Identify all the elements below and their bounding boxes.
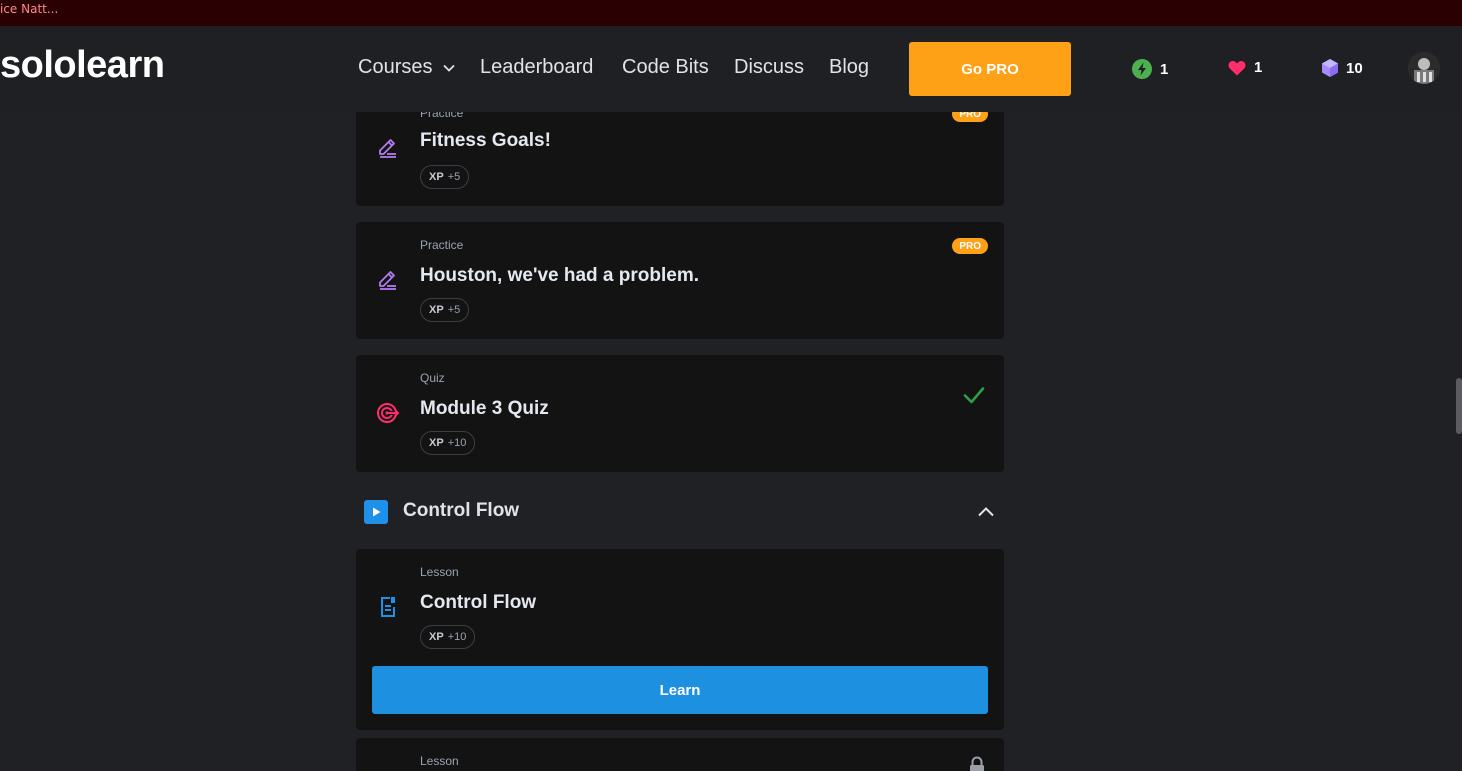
card-type: Practice bbox=[420, 238, 464, 252]
nav-discuss[interactable]: Discuss bbox=[734, 56, 804, 79]
gems-count: 10 bbox=[1346, 59, 1363, 77]
xp-badge: XP +5 bbox=[420, 165, 470, 189]
module-section-header[interactable]: Control Flow bbox=[356, 498, 1004, 524]
heart-icon bbox=[1228, 60, 1246, 75]
streak-counter[interactable]: 1 bbox=[1132, 59, 1168, 79]
browser-tab-strip: ice Natt... bbox=[0, 0, 1462, 26]
target-icon bbox=[377, 403, 400, 423]
user-avatar[interactable] bbox=[1408, 52, 1440, 84]
xp-value: +5 bbox=[447, 171, 461, 183]
streak-count: 1 bbox=[1160, 60, 1169, 78]
nav-courses-label: Courses bbox=[358, 56, 433, 78]
nav-courses[interactable]: Courses bbox=[358, 56, 456, 79]
lesson-card[interactable]: Lesson Control Flow XP +10 Learn bbox=[356, 549, 1004, 730]
gems-counter[interactable]: 10 bbox=[1322, 59, 1363, 77]
xp-value: +10 bbox=[447, 437, 467, 449]
hearts-count: 1 bbox=[1254, 59, 1263, 76]
xp-label: XP bbox=[429, 437, 444, 449]
pro-badge: PRO bbox=[952, 112, 988, 122]
sololearn-logo[interactable]: sololearn bbox=[0, 44, 165, 87]
card-type: Lesson bbox=[420, 754, 459, 768]
xp-badge: XP +10 bbox=[420, 431, 476, 455]
card-type: Practice bbox=[420, 112, 464, 120]
practice-card[interactable]: Practice PRO Fitness Goals! XP +5 bbox=[356, 112, 1004, 206]
nav-leaderboard[interactable]: Leaderboard bbox=[480, 56, 593, 79]
card-type: Quiz bbox=[420, 371, 445, 385]
xp-badge: XP +5 bbox=[420, 298, 470, 322]
lock-icon bbox=[970, 756, 984, 771]
card-title: Control Flow bbox=[420, 592, 537, 613]
learn-button[interactable]: Learn bbox=[372, 666, 988, 714]
pencil-icon bbox=[379, 139, 396, 158]
practice-card[interactable]: Practice PRO Houston, we've had a proble… bbox=[356, 222, 1004, 339]
go-pro-button[interactable]: Go PRO bbox=[909, 42, 1071, 96]
chevron-up-icon[interactable] bbox=[976, 502, 996, 522]
card-title: Module 3 Quiz bbox=[420, 398, 549, 419]
lesson-doc-icon bbox=[381, 597, 395, 617]
xp-value: +5 bbox=[447, 304, 461, 316]
xp-badge: XP +10 bbox=[420, 625, 476, 649]
card-title: Fitness Goals! bbox=[420, 130, 551, 151]
hearts-counter[interactable]: 1 bbox=[1228, 59, 1262, 76]
pro-badge: PRO bbox=[952, 238, 988, 254]
tab-title-fragment: ice Natt... bbox=[0, 2, 59, 16]
xp-value: +10 bbox=[447, 631, 467, 643]
play-icon bbox=[364, 500, 388, 524]
quiz-card[interactable]: Quiz Module 3 Quiz XP +10 bbox=[356, 355, 1004, 472]
pencil-icon bbox=[379, 271, 396, 290]
top-navbar: sololearn Courses Leaderboard Code Bits … bbox=[0, 26, 1462, 112]
card-title: Houston, we've had a problem. bbox=[420, 265, 700, 286]
xp-label: XP bbox=[429, 631, 444, 643]
nav-code-bits[interactable]: Code Bits bbox=[622, 56, 709, 79]
locked-lesson-card[interactable]: Lesson bbox=[356, 738, 1004, 771]
module-content: Practice PRO Fitness Goals! XP +5 Practi… bbox=[0, 112, 1462, 771]
checkmark-icon bbox=[963, 387, 985, 404]
gem-icon bbox=[1322, 59, 1338, 77]
lightning-icon bbox=[1132, 59, 1152, 79]
nav-blog[interactable]: Blog bbox=[829, 56, 869, 79]
avatar-image bbox=[1408, 52, 1440, 84]
section-title: Control Flow bbox=[403, 500, 520, 521]
xp-label: XP bbox=[429, 171, 444, 183]
card-type: Lesson bbox=[420, 565, 459, 579]
chevron-down-icon bbox=[443, 64, 456, 72]
xp-label: XP bbox=[429, 304, 444, 316]
